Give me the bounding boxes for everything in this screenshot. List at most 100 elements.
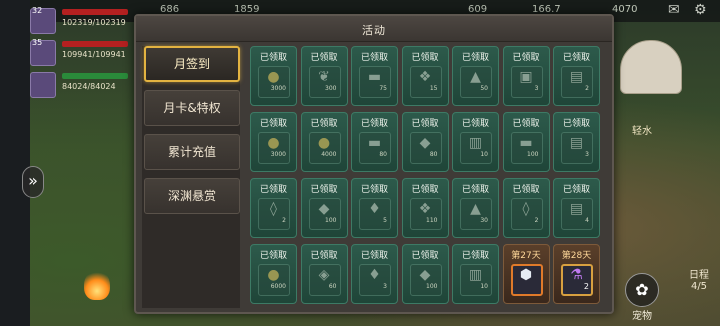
tent-building <box>620 40 682 94</box>
claim-status: 已领取 <box>360 119 388 129</box>
claim-status: 已领取 <box>310 185 338 195</box>
claim-status: 已领取 <box>562 119 590 129</box>
reward-slot-claimed[interactable]: 已领取 ▬ 100 <box>502 112 550 172</box>
tab-cumulative-recharge[interactable]: 累计充值 <box>144 134 240 170</box>
wood-log-icon: ▬ <box>367 69 382 85</box>
claim-status: 已领取 <box>461 119 489 129</box>
reward-slot-claimed[interactable]: 已领取 ▣ 3 <box>502 46 550 106</box>
reward-slot-claimed[interactable]: 已领取 ❖ 15 <box>401 46 449 106</box>
reward-slot-claimed[interactable]: 已领取 ● 3000 <box>250 112 297 172</box>
reward-slot-claimed[interactable]: 已领取 ▲ 30 <box>452 178 499 238</box>
item-quantity: 80 <box>379 151 387 158</box>
tab-monthly-checkin[interactable]: 月签到 <box>144 46 240 82</box>
item-quantity: 3 <box>534 85 539 92</box>
reward-slot-claimed[interactable]: 已领取 ● 3000 <box>250 46 297 106</box>
scroll-icon: ▤ <box>569 201 584 217</box>
reward-slot-claimed[interactable]: 已领取 ▬ 75 <box>351 46 398 106</box>
reward-slot-claimed[interactable]: 已领取 ◊ 2 <box>250 178 297 238</box>
claim-status: 已领取 <box>461 53 489 63</box>
item-quantity: 2 <box>585 85 589 92</box>
claim-status: 第27天 <box>511 251 541 261</box>
reward-slot-claimed[interactable]: 已领取 ▤ 2 <box>553 46 600 106</box>
claim-status: 已领取 <box>259 53 287 63</box>
resource-value: 4070 <box>612 4 638 15</box>
iron-ingot-icon: ◆ <box>318 201 330 217</box>
paw-icon: ✿ <box>625 273 659 307</box>
gold-coin-icon: ● <box>267 69 280 85</box>
reward-slot-claimed[interactable]: 已领取 ◆ 80 <box>401 112 449 172</box>
reward-slot-claimed[interactable]: 已领取 ▤ 3 <box>553 112 600 172</box>
wheat-icon: ❦ <box>318 69 330 85</box>
reward-slot-claimed[interactable]: 已领取 ♦ 5 <box>351 178 398 238</box>
blue-crystal-icon: ❖ <box>418 69 432 85</box>
hp-text: 109941/109941 <box>62 50 126 59</box>
mystery-shard-icon: ◊ <box>522 201 530 217</box>
scroll-icon: ▤ <box>569 135 584 151</box>
schedule-button[interactable]: 日程 4/5 <box>681 266 717 292</box>
gold-coin-icon: ● <box>317 135 331 151</box>
iron-ingot-icon: ◆ <box>419 135 431 151</box>
tab-abyss-bounty[interactable]: 深渊悬赏 <box>144 178 240 214</box>
claim-status: 已领取 <box>562 185 590 195</box>
reward-slot-claimed[interactable]: 已领取 ▬ 80 <box>351 112 398 172</box>
building-label: 轻水 <box>632 126 652 137</box>
reward-slot-claimed[interactable]: 已领取 ♦ 3 <box>351 244 398 304</box>
reward-slot-claimed[interactable]: 已领取 ● 4000 <box>300 112 348 172</box>
claim-status: 已领取 <box>411 53 439 63</box>
reward-slot-claimed[interactable]: 已领取 ❦ 300 <box>300 46 348 106</box>
activity-modal: 活动 月签到 月卡&特权 累计充值 深渊悬赏 已领取 ● 3000 已领取 ❦ 300 已领… <box>134 14 614 314</box>
claim-status: 第28天 <box>561 251 592 261</box>
claim-status: 已领取 <box>310 251 338 261</box>
party-member[interactable]: 32 102319/102319 <box>30 6 130 36</box>
claim-status: 已领取 <box>512 185 540 195</box>
item-quantity: 3000 <box>270 85 286 92</box>
claim-status: 已领取 <box>259 251 287 261</box>
reward-slot-claimed[interactable]: 已领取 ◈ 60 <box>300 244 348 304</box>
hp-bar <box>62 73 128 79</box>
item-quantity: 6000 <box>270 283 286 290</box>
item-quantity: 4 <box>585 217 589 224</box>
item-quantity: 3 <box>383 283 387 290</box>
settings-icon[interactable]: ⚙ <box>694 2 707 18</box>
party-member[interactable]: 35 109941/109941 <box>30 38 130 68</box>
item-quantity: 2 <box>583 282 589 291</box>
reward-slot-claimed[interactable]: 已领取 ◆ 100 <box>300 178 348 238</box>
claim-status: 已领取 <box>461 185 489 195</box>
hp-text: 102319/102319 <box>62 18 126 27</box>
item-quantity: 15 <box>429 85 438 92</box>
tab-monthly-card[interactable]: 月卡&特权 <box>144 90 240 126</box>
silver-gem-icon: ⬢ <box>519 267 533 283</box>
iron-ingot-icon: ◆ <box>419 267 431 283</box>
reward-slot-claimed[interactable]: 已领取 ● 6000 <box>250 244 297 304</box>
crystal-shard-icon: ♦ <box>368 267 381 283</box>
modal-title: 活动 <box>362 24 386 37</box>
reward-slot-pending[interactable]: 第27天 ⬢ <box>502 244 550 304</box>
reward-slot-claimed[interactable]: 已领取 ❖ 110 <box>401 178 449 238</box>
reward-slot-claimed[interactable]: 已领取 ▲ 50 <box>452 46 499 106</box>
reward-slot-claimed[interactable]: 已领取 ◆ 100 <box>401 244 449 304</box>
purple-potion-icon: ⚗ <box>570 267 583 283</box>
claim-status: 已领取 <box>310 53 338 63</box>
reward-slot-pending[interactable]: 第28天 ⚗ 2 <box>553 244 600 304</box>
book-icon: ▥ <box>468 267 483 283</box>
item-quantity: 110 <box>426 217 438 224</box>
reward-slot-claimed[interactable]: 已领取 ▥ 10 <box>452 244 499 304</box>
modal-header: 活动 <box>136 16 612 42</box>
claim-status: 已领取 <box>360 53 388 63</box>
item-quantity: 50 <box>480 85 488 92</box>
claim-status: 已领取 <box>512 119 540 129</box>
mail-icon[interactable]: ✉ <box>668 2 680 18</box>
activity-tabs: 月签到 月卡&特权 累计充值 深渊悬赏 <box>142 46 240 308</box>
expand-arrow-button[interactable]: » <box>22 166 44 198</box>
item-quantity: 75 <box>379 85 387 92</box>
scroll-icon: ▤ <box>569 69 584 85</box>
claim-status: 已领取 <box>259 185 287 195</box>
reward-slot-claimed[interactable]: 已领取 ▥ 10 <box>452 112 499 172</box>
party-member[interactable]: 84024/84024 <box>30 70 130 100</box>
item-quantity: 30 <box>480 217 488 224</box>
item-quantity: 300 <box>325 85 337 92</box>
reward-slot-claimed[interactable]: 已领取 ◊ 2 <box>502 178 550 238</box>
claim-status: 已领取 <box>461 251 489 261</box>
pet-button[interactable]: ✿ 宠物 <box>622 273 662 322</box>
reward-slot-claimed[interactable]: 已领取 ▤ 4 <box>553 178 600 238</box>
